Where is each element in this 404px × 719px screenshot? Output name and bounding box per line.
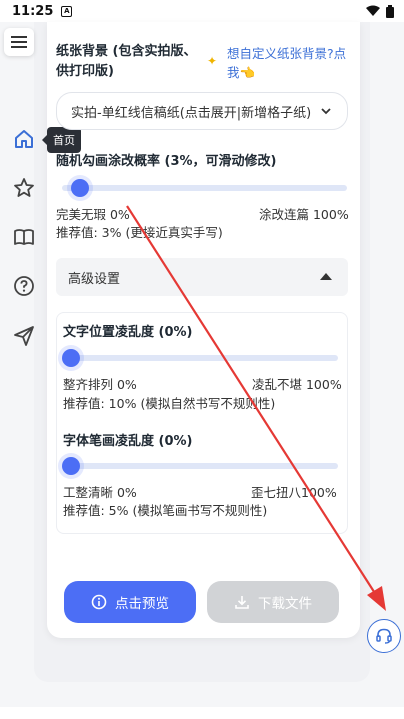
doodle-min-label: 完美无瑕 0%: [56, 207, 130, 222]
position-label: 文字位置凌乱度 (0%): [63, 325, 193, 340]
position-slider-thumb[interactable]: [62, 349, 80, 367]
send-icon: [14, 326, 34, 346]
stroke-max-label: 歪七扭八100%: [251, 485, 337, 500]
notification-icon: A: [61, 5, 73, 17]
stroke-label: 字体笔画凌乱度 (0%): [63, 434, 193, 449]
chevron-down-icon: [321, 108, 331, 115]
doodle-label: 随机勾画涂改概率 (3%，可滑动修改): [56, 154, 277, 169]
status-icons: [366, 4, 394, 18]
paper-label: 纸张背景 (包含实拍版、供打印版): [56, 44, 197, 79]
position-min-label: 整齐排列 0%: [63, 377, 137, 392]
book-icon: [14, 229, 34, 245]
status-bar: 11:25 A: [0, 0, 404, 22]
advanced-settings-title: 高级设置: [68, 271, 121, 287]
doodle-max-label: 涂改连篇 100%: [259, 207, 349, 222]
home-icon: [15, 130, 33, 148]
support-button[interactable]: [367, 619, 401, 653]
sidebar-item-help[interactable]: [10, 272, 38, 300]
doodle-slider-thumb[interactable]: [70, 179, 89, 197]
star-icon: [14, 178, 34, 197]
paper-select-value: 实拍-单红线信稿纸(点击展开|新增格子纸): [71, 105, 312, 121]
sidebar-item-favorites[interactable]: [10, 174, 38, 202]
stroke-slider-track[interactable]: [66, 463, 338, 469]
doodle-recommend: 推荐值: 3% (更接近真实手写): [56, 225, 223, 240]
wifi-icon: [366, 5, 380, 16]
help-icon: [14, 276, 34, 296]
hamburger-icon: [11, 36, 27, 48]
stroke-min-label: 工整清晰 0%: [63, 485, 137, 500]
position-slider-track[interactable]: [66, 355, 338, 361]
sparkle-icon: ✦: [207, 54, 218, 68]
battery-icon: [386, 4, 394, 18]
preview-button[interactable]: 点击预览: [64, 581, 196, 623]
menu-button[interactable]: [4, 28, 34, 56]
download-button-label: 下载文件: [258, 596, 312, 612]
custom-paper-link[interactable]: 想自定义纸张背景?点我👈: [227, 44, 347, 82]
bottom-safe-area: [0, 707, 404, 719]
download-icon: [235, 596, 249, 609]
doodle-slider-track[interactable]: [62, 185, 347, 191]
position-max-label: 凌乱不堪 100%: [252, 377, 342, 392]
sidebar-item-share[interactable]: [10, 322, 38, 350]
sidebar-item-home[interactable]: [10, 125, 38, 153]
collapse-icon: [320, 273, 332, 280]
download-button[interactable]: 下载文件: [207, 581, 339, 623]
sidebar-item-library[interactable]: [10, 223, 38, 251]
advanced-settings-header[interactable]: 高级设置: [56, 258, 348, 296]
headset-icon: [376, 628, 392, 644]
position-recommend: 推荐值: 10% (模拟自然书写不规则性): [63, 396, 276, 411]
status-time: 11:25: [12, 3, 54, 19]
preview-button-label: 点击预览: [115, 596, 169, 612]
stroke-slider-thumb[interactable]: [62, 457, 80, 475]
info-icon: [91, 594, 107, 610]
paper-select[interactable]: 实拍-单红线信稿纸(点击展开|新增格子纸): [56, 92, 348, 130]
stroke-recommend: 推荐值: 5% (模拟笔画书写不规则性): [63, 503, 268, 518]
